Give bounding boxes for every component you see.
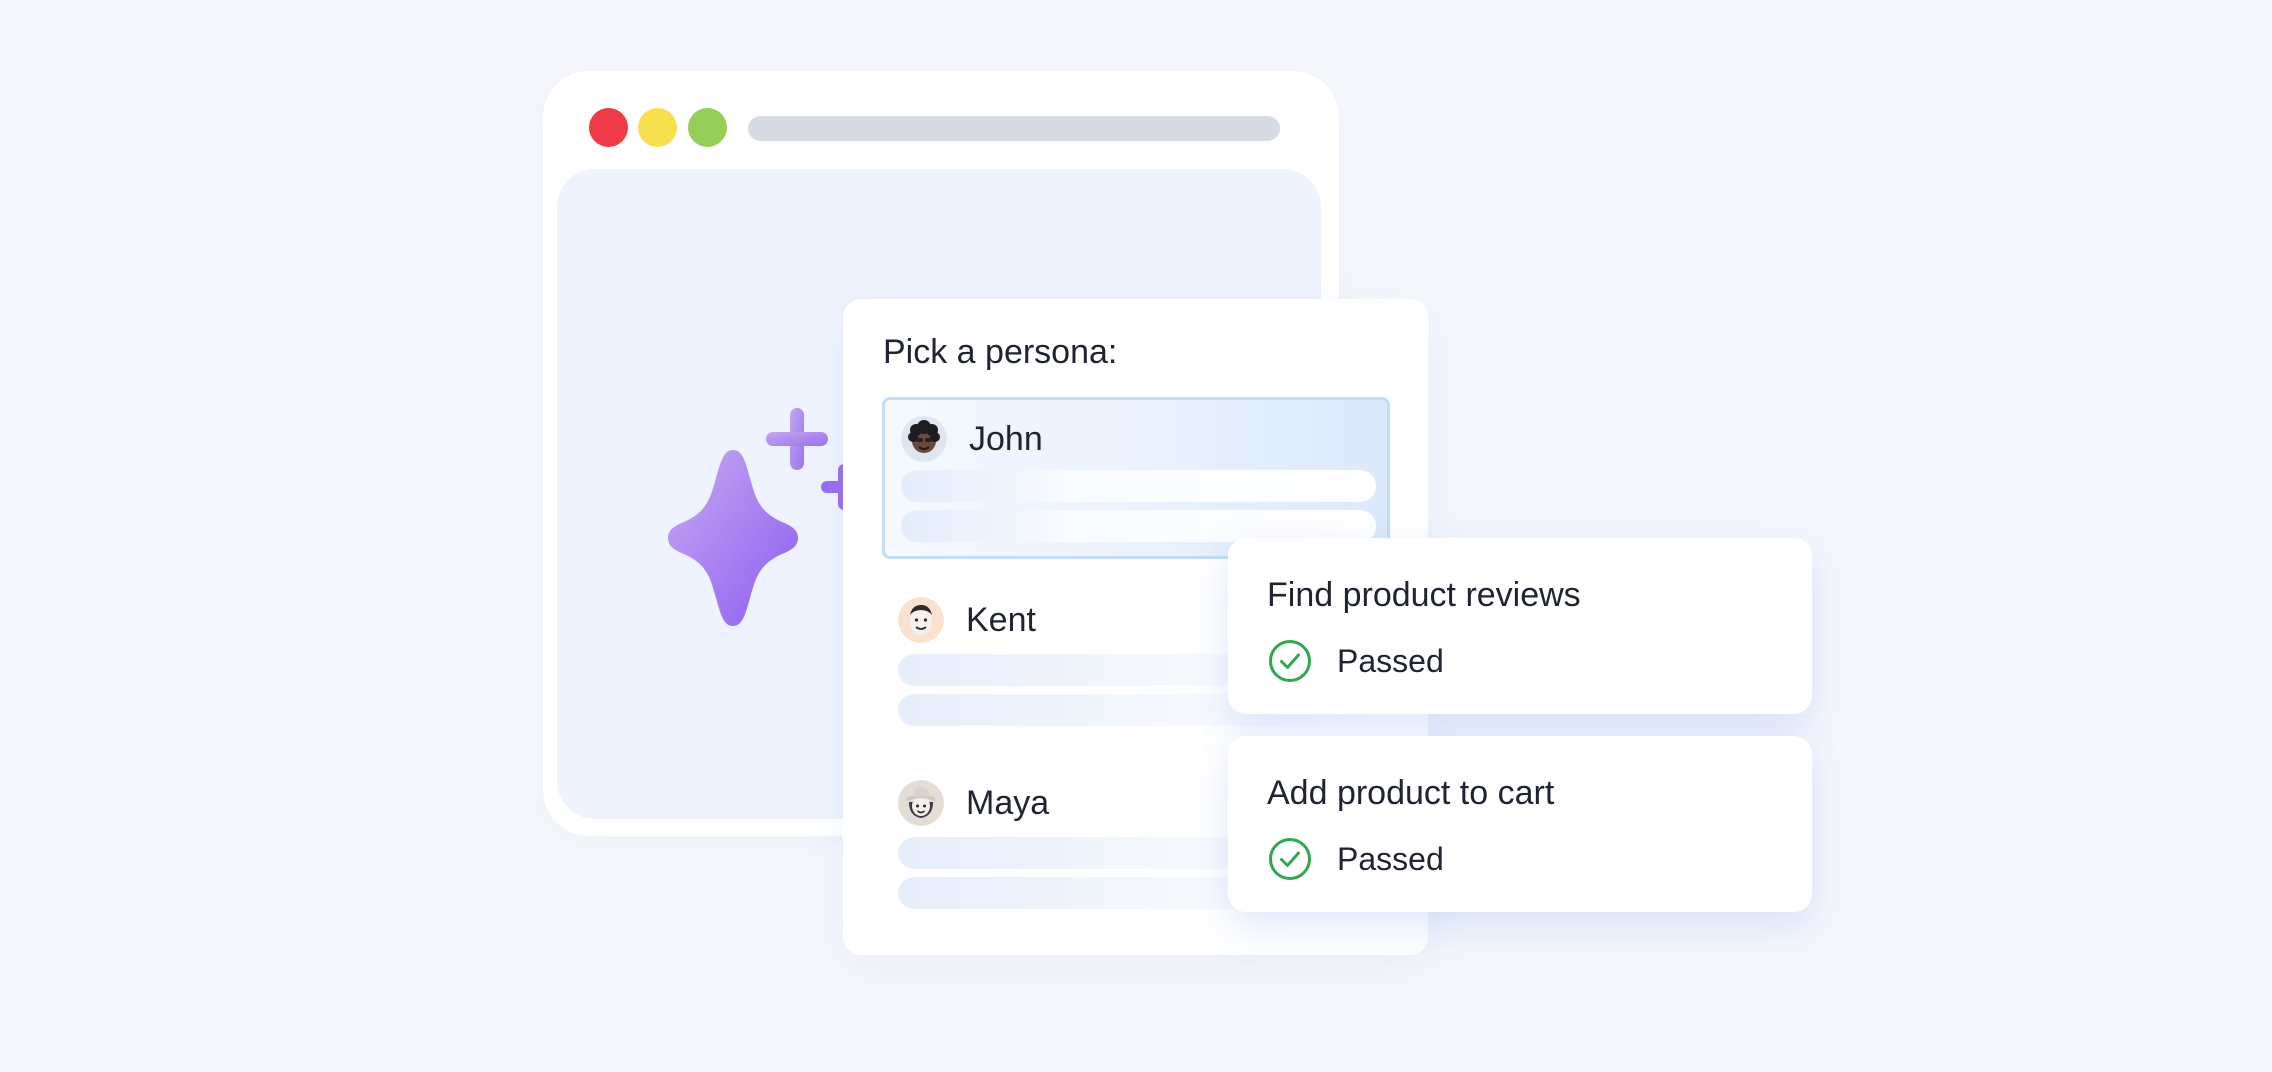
- window-close-dot: [589, 108, 628, 147]
- persona-description-placeholder: [901, 470, 1376, 502]
- window-minimize-dot: [638, 108, 677, 147]
- test-status: Passed: [1337, 841, 1444, 877]
- curly-hair-avatar-icon: [901, 416, 947, 462]
- persona-picker-title: Pick a persona:: [883, 333, 1118, 371]
- address-bar-placeholder: [748, 116, 1280, 141]
- test-status: Passed: [1337, 643, 1444, 679]
- check-circle-icon: [1269, 640, 1311, 682]
- persona-option-john[interactable]: John: [882, 397, 1390, 559]
- window-maximize-dot: [688, 108, 727, 147]
- test-title: Add product to cart: [1267, 774, 1555, 812]
- test-result-card[interactable]: Add product to cart Passed: [1228, 736, 1812, 912]
- persona-name-john: John: [969, 420, 1043, 458]
- persona-name-kent: Kent: [966, 601, 1036, 639]
- test-result-card[interactable]: Find product reviews Passed: [1228, 538, 1812, 714]
- check-circle-icon: [1269, 838, 1311, 880]
- hat-woman-avatar-icon: [898, 780, 944, 826]
- test-title: Find product reviews: [1267, 576, 1581, 614]
- persona-name-maya: Maya: [966, 784, 1050, 822]
- smiling-man-avatar-icon: [898, 597, 944, 643]
